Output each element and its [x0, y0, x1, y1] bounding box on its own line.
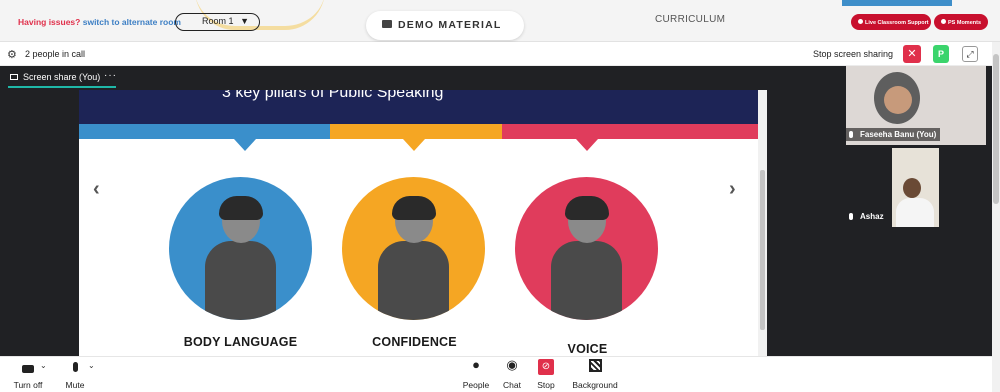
live-support-button[interactable]: Live Classroom Support — [851, 14, 931, 30]
bottom-controls: Turn off ⌄ Mute ⌄ ● People ◉ Chat ⊘ Stop… — [0, 356, 992, 392]
boy-cheering-illustration — [378, 196, 449, 320]
body-language-image — [169, 177, 312, 320]
more-options-icon[interactable]: ··· — [104, 70, 117, 81]
chat-button[interactable]: ◉ Chat — [498, 357, 526, 390]
call-bar: ⚙ 2 people in call Stop screen sharing ✕… — [0, 42, 992, 66]
monitor-icon — [10, 74, 18, 80]
screen-share-tab-label: Screen share (You) — [23, 72, 101, 82]
caret-down-icon: ▼ — [240, 16, 249, 26]
stop-share-button[interactable]: ⊘ Stop — [532, 357, 560, 390]
presentation-slide: 3 key pillars of Public Speaking ‹ › BOD… — [79, 90, 758, 356]
girl-illustration — [205, 196, 276, 320]
stop-sharing-button[interactable]: ✕ — [903, 45, 921, 63]
ps-moments-button[interactable]: PS Moments — [934, 14, 988, 30]
mic-icon — [849, 131, 853, 138]
participant-tiles: Faseeha Banu (You) Ashaz — [846, 66, 992, 356]
prev-slide-arrow[interactable]: ‹ — [93, 178, 100, 201]
stop-sharing-label: Stop screen sharing — [813, 49, 894, 59]
live-support-label: Live Classroom Support — [865, 20, 929, 26]
participant-name: Faseeha Banu (You) — [860, 130, 937, 139]
chat-label: Chat — [503, 380, 521, 390]
chat-icon: ◉ — [506, 357, 518, 372]
screen-share-stage: Screen share (You) ··· 3 key pillars of … — [0, 66, 846, 356]
pillar-label-2: CONFIDENCE — [372, 335, 457, 349]
people-label: People — [462, 380, 490, 390]
turn-off-label: Turn off — [13, 380, 43, 390]
confidence-image — [342, 177, 485, 320]
pillar-pointer-3 — [576, 139, 598, 151]
camera-options-chevron-icon[interactable]: ⌄ — [40, 361, 47, 370]
stop-label: Stop — [537, 380, 555, 390]
participant-name: Ashaz — [860, 212, 884, 221]
voice-image — [515, 177, 658, 320]
expand-icon[interactable]: ⤢ — [962, 46, 978, 62]
demo-material-button[interactable]: DEMO MATERIAL — [366, 11, 524, 40]
gear-icon[interactable]: ⚙ — [7, 48, 17, 61]
participant-tile-self[interactable]: Faseeha Banu (You) — [846, 66, 986, 145]
mic-options-chevron-icon[interactable]: ⌄ — [88, 361, 95, 370]
screen-share-tab[interactable]: Screen share (You) — [10, 72, 100, 82]
pillar-pointer-2 — [403, 139, 425, 151]
participant-name-tag: Ashaz — [846, 210, 888, 223]
room-selector[interactable]: Room 1 ▼ — [175, 13, 260, 31]
stop-share-icon: ⊘ — [538, 359, 554, 375]
page-scrollbar[interactable] — [992, 42, 1000, 392]
top-tab-strip — [842, 0, 952, 6]
next-slide-arrow[interactable]: › — [729, 178, 736, 201]
folder-icon — [382, 20, 392, 28]
microphone-icon — [72, 362, 78, 372]
mute-button[interactable]: Mute — [60, 357, 90, 390]
close-icon: ✕ — [907, 48, 917, 60]
participant-name-tag: Faseeha Banu (You) — [846, 128, 941, 141]
mic-icon — [849, 213, 853, 220]
ps-moments-label: PS Moments — [948, 20, 982, 26]
participant-tile-ashaz[interactable] — [892, 148, 939, 227]
participant-body — [896, 198, 934, 227]
pillar-bar-1 — [79, 124, 330, 139]
camera-icon — [22, 365, 34, 373]
issues-notice: Having issues? switch to alternate room — [18, 17, 181, 27]
pillar-label-1: BODY LANGUAGE — [183, 335, 298, 349]
people-button[interactable]: ● People — [459, 357, 493, 390]
stage-header: Screen share (You) ··· — [0, 66, 846, 88]
pillar-pointer-1 — [234, 139, 256, 151]
participant-face — [903, 178, 921, 198]
background-button[interactable]: Background — [566, 357, 624, 390]
curriculum-link[interactable]: CURRICULUM — [655, 14, 725, 25]
background-label: Background — [572, 380, 618, 390]
slide-header: 3 key pillars of Public Speaking — [79, 90, 758, 124]
top-bar: Having issues? switch to alternate room … — [0, 0, 1000, 42]
demo-material-label: DEMO MATERIAL — [398, 19, 502, 31]
boy-microphone-illustration — [551, 196, 622, 320]
room-selector-label: Room 1 — [202, 16, 234, 26]
pillar-bar-2 — [330, 124, 502, 139]
participant-avatar[interactable]: P — [933, 45, 949, 63]
slide-title: 3 key pillars of Public Speaking — [222, 90, 444, 101]
moments-icon — [941, 19, 946, 24]
people-count: 2 people in call — [25, 49, 86, 59]
support-icon — [858, 19, 863, 24]
pillar-bar-3 — [502, 124, 758, 139]
tab-underline — [8, 86, 116, 88]
pillar-label-3: VOICE — [567, 342, 608, 356]
issues-question: Having issues? — [18, 17, 81, 27]
participant-face — [884, 86, 912, 114]
people-icon: ● — [472, 357, 480, 372]
slide-scrollbar-thumb[interactable] — [760, 170, 765, 330]
alternate-room-link[interactable]: switch to alternate room — [83, 17, 181, 27]
page-scrollbar-thumb[interactable] — [993, 54, 999, 204]
background-icon — [588, 359, 602, 372]
mute-label: Mute — [65, 380, 85, 390]
slide-scrollbar[interactable] — [758, 90, 767, 356]
